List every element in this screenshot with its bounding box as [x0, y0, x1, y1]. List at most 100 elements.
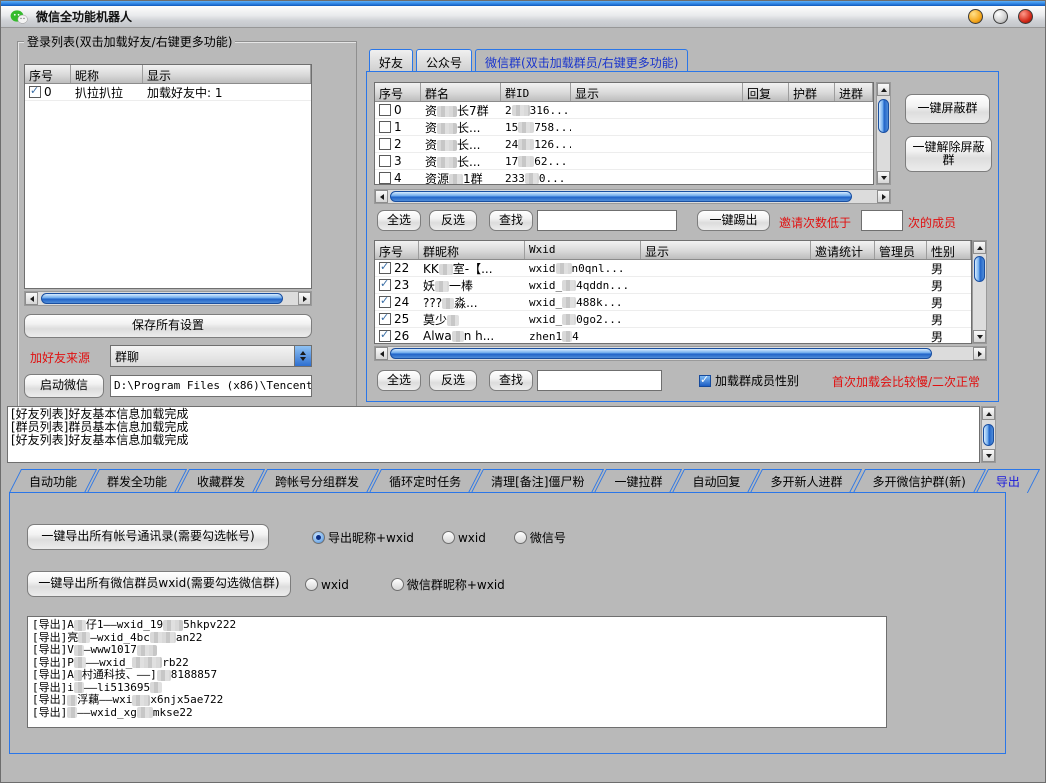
tab-function-7[interactable]: 自动回复: [678, 469, 754, 493]
column-header[interactable]: 回复: [743, 83, 789, 101]
kick-members-button[interactable]: 一键踢出: [697, 210, 770, 231]
column-header[interactable]: 显示: [571, 83, 743, 101]
member-find-input[interactable]: [537, 370, 662, 391]
tab-function-9[interactable]: 多开微信护群(新): [859, 469, 980, 493]
table-row[interactable]: 3资长...1762...: [375, 153, 873, 170]
radio-button[interactable]: [305, 578, 318, 591]
member-select-all-button[interactable]: 全选: [377, 370, 421, 391]
table-row[interactable]: 2资长...24126...: [375, 136, 873, 153]
row-checkbox[interactable]: [379, 172, 391, 184]
tab-wechat-groups[interactable]: 微信群(双击加载群员/右键更多功能): [475, 49, 688, 72]
close-button[interactable]: [1018, 9, 1033, 24]
load-gender-checkbox[interactable]: [699, 375, 711, 387]
tab-function-10[interactable]: 导出: [982, 469, 1034, 493]
export-group-members-button[interactable]: 一键导出所有微信群员wxid(需要勾选微信群): [27, 571, 291, 597]
column-header[interactable]: 序号: [375, 83, 421, 101]
scroll-thumb[interactable]: [41, 293, 283, 304]
scroll-down-icon[interactable]: [982, 449, 995, 462]
row-checkbox[interactable]: [379, 330, 391, 342]
column-header[interactable]: 群名: [421, 83, 501, 101]
group-table[interactable]: 序号群名群ID显示回复护群进群 0资长7群2316...1资长...15758.…: [374, 82, 874, 185]
tab-function-5[interactable]: 清理[备注]僵尸粉: [477, 469, 598, 493]
radio-option[interactable]: wxid: [305, 578, 349, 592]
column-header[interactable]: 群ID: [501, 83, 571, 101]
export-contacts-button[interactable]: 一键导出所有帐号通讯录(需要勾选帐号): [27, 524, 269, 550]
tab-function-1[interactable]: 群发全功能: [93, 469, 181, 493]
radio-option[interactable]: 导出昵称+wxid: [312, 529, 414, 546]
log-output[interactable]: [好友列表]好友基本信息加载完成[群员列表]群员基本信息加载完成[好友列表]好友…: [7, 406, 980, 463]
scroll-up-icon[interactable]: [973, 241, 986, 254]
tab-function-8[interactable]: 多开新人进群: [756, 469, 856, 493]
column-header[interactable]: 群昵称: [419, 241, 525, 259]
table-row[interactable]: 25莫少wxid_0go2...男上...: [375, 311, 971, 328]
export-output-textarea[interactable]: [导出]A仔1——wxid_195hkpv222[导出]亮—wxid_4bcan…: [27, 616, 887, 728]
radio-option[interactable]: 微信号: [514, 529, 566, 546]
row-checkbox[interactable]: [29, 86, 41, 98]
group-find-input[interactable]: [537, 210, 677, 231]
row-checkbox[interactable]: [379, 138, 391, 150]
titlebar[interactable]: 微信全功能机器人: [1, 6, 1045, 28]
radio-option[interactable]: wxid: [442, 531, 486, 545]
scroll-up-icon[interactable]: [982, 407, 995, 420]
friend-source-select[interactable]: 群聊: [110, 345, 312, 367]
column-header[interactable]: 序号: [375, 241, 419, 259]
table-row[interactable]: 1资长...15758...: [375, 119, 873, 136]
block-group-button[interactable]: 一键屏蔽群: [905, 94, 990, 124]
column-header[interactable]: 进群: [835, 83, 873, 101]
member-table[interactable]: 序号群昵称Wxid显示邀请统计管理员性别地区 22KK室-【...wxidn0q…: [374, 240, 972, 344]
launch-wechat-button[interactable]: 启动微信: [24, 374, 104, 398]
load-gender-checkbox-row[interactable]: 加载群成员性别: [699, 372, 799, 389]
row-checkbox[interactable]: [379, 262, 391, 274]
scroll-left-icon[interactable]: [25, 292, 38, 305]
column-header[interactable]: 管理员: [875, 241, 927, 259]
scroll-left-icon[interactable]: [375, 347, 388, 360]
member-table-hscrollbar[interactable]: [374, 346, 987, 361]
tab-function-3[interactable]: 跨帐号分组群发: [261, 469, 373, 493]
column-header[interactable]: 邀请统计: [811, 241, 875, 259]
member-table-vscrollbar[interactable]: [972, 240, 987, 344]
member-find-button[interactable]: 查找: [489, 370, 533, 391]
scroll-right-icon[interactable]: [298, 292, 311, 305]
scroll-thumb[interactable]: [983, 424, 994, 446]
radio-button[interactable]: [312, 531, 325, 544]
spinner-arrows-icon[interactable]: [294, 346, 311, 366]
kick-count-input[interactable]: [861, 210, 903, 231]
column-header[interactable]: 性别: [927, 241, 971, 259]
scroll-thumb[interactable]: [390, 348, 932, 359]
scroll-down-icon[interactable]: [973, 330, 986, 343]
table-row[interactable]: 0扒拉扒拉加载好友中: 1: [25, 84, 311, 101]
table-row[interactable]: 22KK室-【...wxidn0qnl...男香...: [375, 260, 971, 277]
row-checkbox[interactable]: [379, 104, 391, 116]
row-checkbox[interactable]: [379, 296, 391, 308]
tab-function-6[interactable]: 一键拉群: [600, 469, 676, 493]
save-all-settings-button[interactable]: 保存所有设置: [24, 314, 312, 338]
table-row[interactable]: 26Alwan h...zhen14男陕...: [375, 328, 971, 344]
member-invert-select-button[interactable]: 反选: [429, 370, 477, 391]
tab-function-0[interactable]: 自动功能: [15, 469, 91, 493]
radio-button[interactable]: [514, 531, 527, 544]
log-vscrollbar[interactable]: [981, 406, 996, 463]
table-row[interactable]: 4资源1群2330...: [375, 170, 873, 185]
wechat-path-input[interactable]: D:\Program Files (x86)\Tencent\We: [110, 375, 312, 397]
radio-option[interactable]: 微信群昵称+wxid: [391, 576, 505, 593]
row-checkbox[interactable]: [379, 121, 391, 133]
unblock-group-button[interactable]: 一键解除屏蔽群: [905, 136, 992, 172]
minimize-button[interactable]: [968, 9, 983, 24]
radio-button[interactable]: [391, 578, 404, 591]
scroll-right-icon[interactable]: [877, 190, 890, 203]
table-row[interactable]: 23妖一棒wxid_4qddn...男-: [375, 277, 971, 294]
login-table-hscrollbar[interactable]: [24, 291, 312, 306]
scroll-right-icon[interactable]: [973, 347, 986, 360]
column-header[interactable]: 显示: [143, 65, 311, 83]
tab-function-2[interactable]: 收藏群发: [183, 469, 259, 493]
column-header[interactable]: Wxid: [525, 241, 641, 259]
row-checkbox[interactable]: [379, 313, 391, 325]
column-header[interactable]: 序号: [25, 65, 71, 83]
login-table[interactable]: 序号昵称显示 0扒拉扒拉加载好友中: 1: [24, 64, 312, 289]
scroll-down-icon[interactable]: [877, 171, 890, 184]
group-select-all-button[interactable]: 全选: [377, 210, 421, 231]
row-checkbox[interactable]: [379, 155, 391, 167]
scroll-up-icon[interactable]: [877, 83, 890, 96]
column-header[interactable]: 护群: [789, 83, 835, 101]
group-invert-select-button[interactable]: 反选: [429, 210, 477, 231]
